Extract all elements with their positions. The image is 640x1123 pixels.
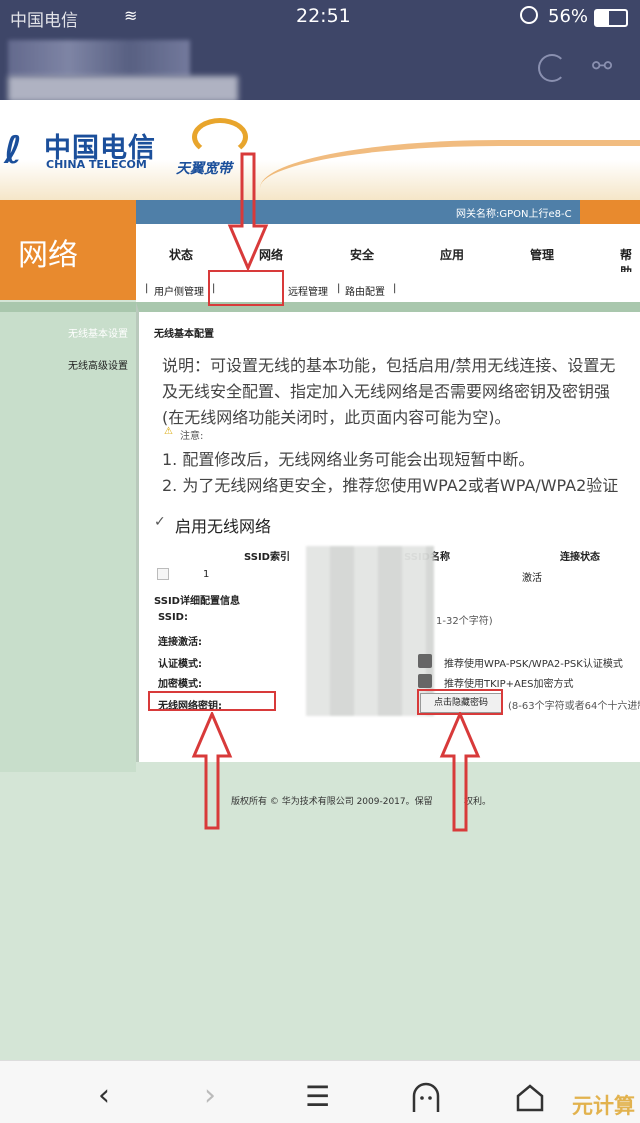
section-title-text: 网络	[18, 238, 78, 273]
subtab-user-side[interactable]: 用户侧管理	[154, 283, 204, 298]
col-ssid-index: SSID索引	[244, 552, 290, 563]
tianyi-logo-icon	[192, 118, 248, 156]
section-title: 网络	[0, 200, 136, 300]
tab-manage[interactable]: 管理	[530, 246, 554, 263]
auth-mode-dropdown[interactable]	[418, 654, 432, 668]
url-blurred	[8, 76, 238, 102]
encrypt-label: 加密模式:	[158, 679, 202, 690]
gateway-name: 网关名称:GPON上行e8-C	[456, 209, 572, 220]
arrow-down-annotation	[227, 152, 269, 270]
subtab-separator: |	[393, 283, 397, 294]
share-icon[interactable]: ⚯	[592, 52, 612, 80]
tab-apps[interactable]: 应用	[440, 246, 464, 263]
forward-icon[interactable]: ›	[204, 1078, 216, 1113]
arrow-up-annotation	[191, 712, 233, 830]
arrow-up-annotation	[439, 712, 481, 832]
battery-icon	[594, 9, 628, 27]
reload-icon[interactable]	[538, 54, 566, 82]
gateway-bar-accent	[580, 200, 640, 224]
sidebar-item-advanced[interactable]: 无线高级设置	[68, 357, 128, 372]
copyright: 版权所有 © 华为技术有限公司 2009-2017。保留	[231, 797, 433, 807]
key-hint: (8-63个字符或者64个十六进制	[508, 701, 640, 712]
watermark: 元计算	[572, 1094, 635, 1118]
annotation-box-wlan	[208, 270, 284, 306]
telecom-logo-en: CHINA TELECOM	[46, 158, 147, 171]
enable-wifi-label: 启用无线网络	[175, 517, 272, 536]
active-label: 连接激活:	[158, 637, 202, 648]
clock: 22:51	[296, 5, 351, 27]
ghost-mode-icon[interactable]	[410, 1082, 442, 1114]
carrier-label: 中国电信	[10, 11, 78, 31]
battery-percent: 56%	[548, 6, 589, 27]
sidebar	[0, 302, 136, 772]
tab-security[interactable]: 安全	[350, 246, 374, 263]
ssid-label: SSID:	[158, 612, 188, 623]
subtab-routing[interactable]: 路由配置	[345, 283, 385, 298]
enable-wifi-checkbox[interactable]: ✓	[154, 514, 166, 530]
menu-icon[interactable]: ☰	[305, 1080, 330, 1113]
sidebar-item-basic[interactable]: 无线基本设置	[68, 325, 128, 340]
note-line: 1. 配置修改后，无线网络业务可能会出现短暂中断。	[162, 450, 535, 469]
auth-label: 认证模式:	[158, 659, 202, 670]
description-line: 及无线安全配置、指定加入无线网络是否需要网络密钥及密钥强	[162, 382, 611, 401]
encrypt-mode-dropdown[interactable]	[418, 674, 432, 688]
page-heading: 无线基本配置	[154, 329, 214, 340]
ssid-hint: 1-32个字符)	[436, 616, 493, 627]
tianyi-brand: 天翼宽带	[176, 161, 232, 177]
subtab-separator: |	[145, 283, 149, 294]
ssid-row-checkbox[interactable]	[157, 568, 169, 580]
page-title-blurred	[8, 40, 190, 76]
rotation-lock-icon	[520, 6, 538, 24]
subtab-separator: |	[337, 283, 341, 294]
encrypt-hint: 推荐使用TKIP+AES加密方式	[444, 679, 574, 690]
ssid-index-cell: 1	[203, 569, 210, 580]
annotation-box-key-label	[148, 691, 276, 711]
col-status: 连接状态	[560, 552, 600, 563]
ssid-values-blurred	[306, 546, 434, 716]
auth-hint: 推荐使用WPA-PSK/WPA2-PSK认证模式	[444, 659, 623, 670]
description-line: 说明：可设置无线的基本功能，包括启用/禁用无线连接、设置无	[162, 356, 616, 375]
note-label: 注意:	[180, 431, 204, 442]
telecom-logo-icon: ℓ	[4, 128, 22, 172]
home-icon[interactable]	[514, 1082, 546, 1114]
back-icon[interactable]: ‹	[98, 1078, 110, 1113]
main-tabs	[136, 224, 640, 272]
tab-status[interactable]: 状态	[169, 246, 193, 263]
subtab-remote[interactable]: 远程管理	[288, 283, 328, 298]
wifi-icon: ≋	[124, 6, 138, 25]
note-line: 2. 为了无线网络更安全，推荐您使用WPA2或者WPA/WPA2验证	[162, 476, 619, 495]
detail-title: SSID详细配置信息	[154, 596, 240, 607]
description-line: (在无线网络功能关闭时，此页面内容可能为空)。	[162, 408, 511, 427]
ssid-status-cell: 激活	[522, 573, 542, 584]
warning-icon: ⚠	[164, 426, 173, 437]
